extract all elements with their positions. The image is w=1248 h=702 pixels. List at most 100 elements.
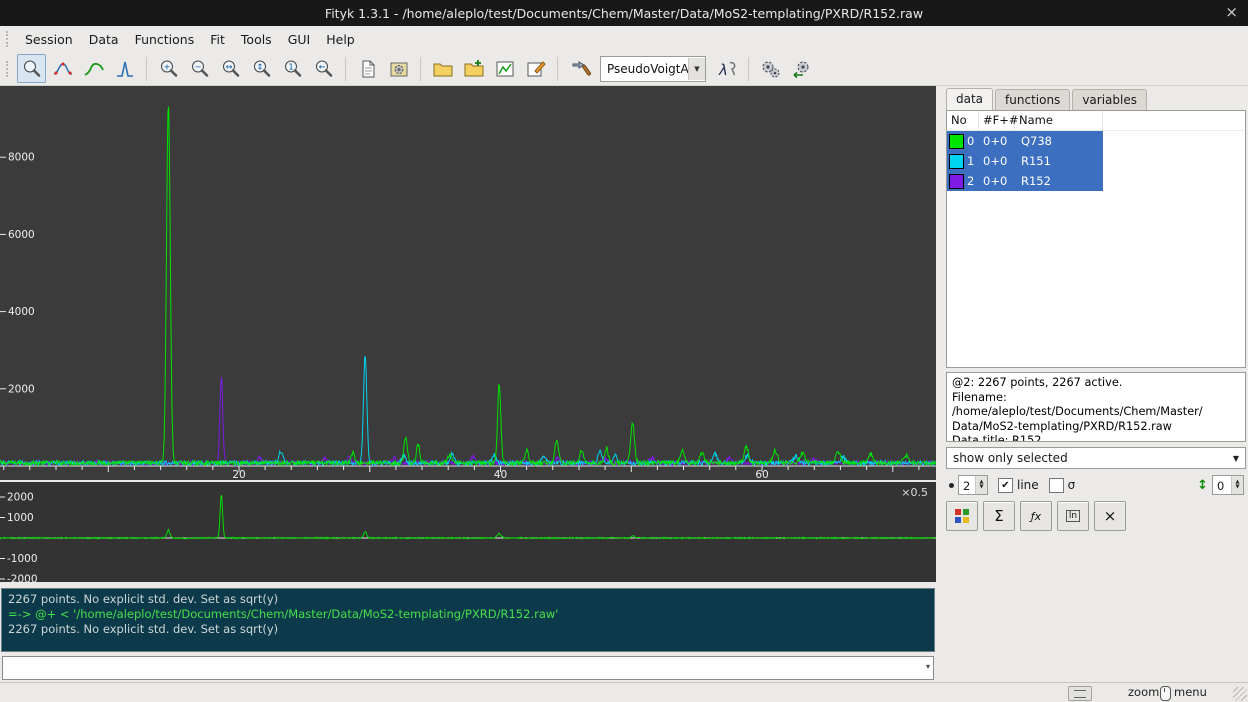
menubar-gripper[interactable] bbox=[6, 31, 11, 47]
col-header-name[interactable]: Name bbox=[1015, 111, 1103, 130]
dataset-name: Q738 bbox=[1017, 134, 1103, 148]
toolbar: +− ↔ ↕ 1 ← PseudoVoigtA▼ λ bbox=[0, 52, 1248, 86]
spinner-arrows-icon[interactable]: ▲▼ bbox=[1231, 476, 1243, 494]
shift-spinner[interactable]: 0 ▲▼ bbox=[1212, 475, 1244, 495]
range-mode-button[interactable] bbox=[48, 54, 77, 83]
dataset-row[interactable]: 00+0Q738 bbox=[947, 131, 1103, 151]
define-function-button[interactable]: λ bbox=[712, 54, 741, 83]
execute-script-button[interactable] bbox=[384, 54, 413, 83]
dataset-number: 0 bbox=[967, 134, 981, 148]
sidebar: datafunctionsvariables No #F+# Name 00+0… bbox=[944, 86, 1248, 682]
menu-data[interactable]: Data bbox=[81, 29, 127, 50]
svg-text:6000: 6000 bbox=[8, 229, 35, 241]
shift-value: 0 bbox=[1213, 476, 1231, 494]
zoom-in-icon: + bbox=[158, 58, 180, 80]
titlebar: Fityk 1.3.1 - /home/aleplo/test/Document… bbox=[0, 0, 1248, 26]
title-button[interactable]: ln bbox=[1057, 501, 1089, 531]
zoom-vertical-button[interactable]: ↕ bbox=[247, 54, 276, 83]
peak-draft-mode-button[interactable] bbox=[110, 54, 139, 83]
fit-undo-button[interactable] bbox=[787, 54, 816, 83]
data-editor-button[interactable] bbox=[490, 54, 519, 83]
data-transform-icon bbox=[569, 58, 591, 80]
menu-gui[interactable]: GUI bbox=[280, 29, 319, 50]
fit-undo-icon bbox=[791, 58, 813, 80]
define-function-icon: λ bbox=[716, 58, 738, 80]
dataset-row[interactable]: 20+0R152 bbox=[947, 171, 1103, 191]
load-data-button[interactable] bbox=[428, 54, 457, 83]
session-log-button[interactable] bbox=[353, 54, 382, 83]
dataset-fz: 0+0 bbox=[981, 154, 1017, 168]
show-filter-value: show only selected bbox=[947, 451, 1227, 465]
zoom-previous-button[interactable]: ← bbox=[309, 54, 338, 83]
command-input[interactable] bbox=[2, 656, 934, 680]
zoom-out-button[interactable]: − bbox=[185, 54, 214, 83]
resize-grip[interactable] bbox=[1233, 687, 1247, 701]
svg-text:40: 40 bbox=[494, 469, 507, 480]
zoom-in-button[interactable]: + bbox=[154, 54, 183, 83]
menu-functions[interactable]: Functions bbox=[127, 29, 203, 50]
command-input-row: ▾ bbox=[2, 656, 934, 680]
chevron-down-icon: ▼ bbox=[1227, 454, 1245, 463]
menu-fit[interactable]: Fit bbox=[202, 29, 233, 50]
dataset-fz: 0+0 bbox=[981, 174, 1017, 188]
function-type-select[interactable]: PseudoVoigtA▼ bbox=[600, 56, 706, 82]
zoom-100-icon: 1 bbox=[282, 58, 304, 80]
zoom-mode-button[interactable] bbox=[17, 54, 46, 83]
spinner-arrows-icon[interactable]: ▲▼ bbox=[975, 476, 987, 494]
execute-script-icon bbox=[388, 58, 410, 80]
sum-button[interactable]: Σ bbox=[983, 501, 1015, 531]
dataset-color-swatch bbox=[949, 174, 964, 189]
data-editor-icon bbox=[494, 58, 516, 80]
console-line: 2267 points. No explicit std. dev. Set a… bbox=[8, 592, 928, 607]
sigma-checkbox[interactable] bbox=[1049, 478, 1064, 493]
tab-functions[interactable]: functions bbox=[995, 89, 1070, 110]
statusbar: zoom menu bbox=[0, 682, 1248, 702]
menubar: SessionDataFunctionsFitToolsGUIHelp bbox=[0, 26, 1248, 52]
aux-plot[interactable]: 20001000-1000-2000 ×0.5 bbox=[0, 482, 936, 582]
sigma-checkbox-label: σ bbox=[1068, 478, 1076, 492]
panel-splitter[interactable] bbox=[936, 86, 944, 682]
col-header-no[interactable]: No bbox=[947, 111, 979, 130]
line-checkbox[interactable]: ✔ bbox=[998, 478, 1013, 493]
status-config-button[interactable] bbox=[1068, 686, 1092, 701]
col-header-fz[interactable]: #F+# bbox=[979, 111, 1015, 130]
dataset-row[interactable]: 10+0R151 bbox=[947, 151, 1103, 171]
zoom-horizontal-button[interactable]: ↔ bbox=[216, 54, 245, 83]
menu-help[interactable]: Help bbox=[318, 29, 363, 50]
aux-plot-canvas[interactable]: 20001000-1000-2000 bbox=[0, 482, 936, 582]
point-size-spinner[interactable]: 2 ▲▼ bbox=[958, 475, 988, 495]
close-button[interactable]: × bbox=[1225, 3, 1238, 21]
formula-button[interactable]: ƒx bbox=[1020, 501, 1052, 531]
window-title: Fityk 1.3.1 - /home/aleplo/test/Document… bbox=[325, 6, 923, 21]
main-plot[interactable]: 2040608000600040002000 bbox=[0, 86, 936, 480]
append-data-button[interactable] bbox=[459, 54, 488, 83]
menu-items: SessionDataFunctionsFitToolsGUIHelp bbox=[17, 29, 363, 50]
fit-run-button[interactable] bbox=[756, 54, 785, 83]
zoom-previous-icon: ← bbox=[313, 58, 335, 80]
sigma-icon: Σ bbox=[994, 507, 1003, 525]
tab-data[interactable]: data bbox=[946, 88, 993, 110]
peak-draft-mode-icon bbox=[114, 58, 136, 80]
input-history-arrow-icon[interactable]: ▾ bbox=[926, 662, 930, 671]
menu-session[interactable]: Session bbox=[17, 29, 81, 50]
toolbar-separator bbox=[345, 57, 346, 81]
zoom-100-button[interactable]: 1 bbox=[278, 54, 307, 83]
toolbar-gripper[interactable] bbox=[6, 61, 11, 77]
svg-text:↔: ↔ bbox=[225, 62, 232, 71]
show-filter-select[interactable]: show only selected ▼ bbox=[946, 447, 1246, 469]
delete-dataset-button[interactable]: × bbox=[1094, 501, 1126, 531]
mouse-icon bbox=[1160, 686, 1171, 701]
background-mode-button[interactable] bbox=[79, 54, 108, 83]
edit-transform-button[interactable] bbox=[521, 54, 550, 83]
main-plot-canvas[interactable]: 2040608000600040002000 bbox=[0, 86, 936, 480]
data-transform-button[interactable] bbox=[565, 54, 594, 83]
point-size-icon bbox=[949, 483, 954, 488]
color-grid-icon bbox=[954, 508, 970, 524]
svg-text:-2000: -2000 bbox=[7, 574, 38, 583]
data-action-buttons: Σ ƒx ln × bbox=[946, 501, 1126, 531]
svg-text:λ: λ bbox=[718, 61, 728, 79]
dataset-colors-button[interactable] bbox=[946, 501, 978, 531]
status-config-icon bbox=[1074, 690, 1086, 698]
tab-variables[interactable]: variables bbox=[1072, 89, 1147, 110]
menu-tools[interactable]: Tools bbox=[233, 29, 280, 50]
